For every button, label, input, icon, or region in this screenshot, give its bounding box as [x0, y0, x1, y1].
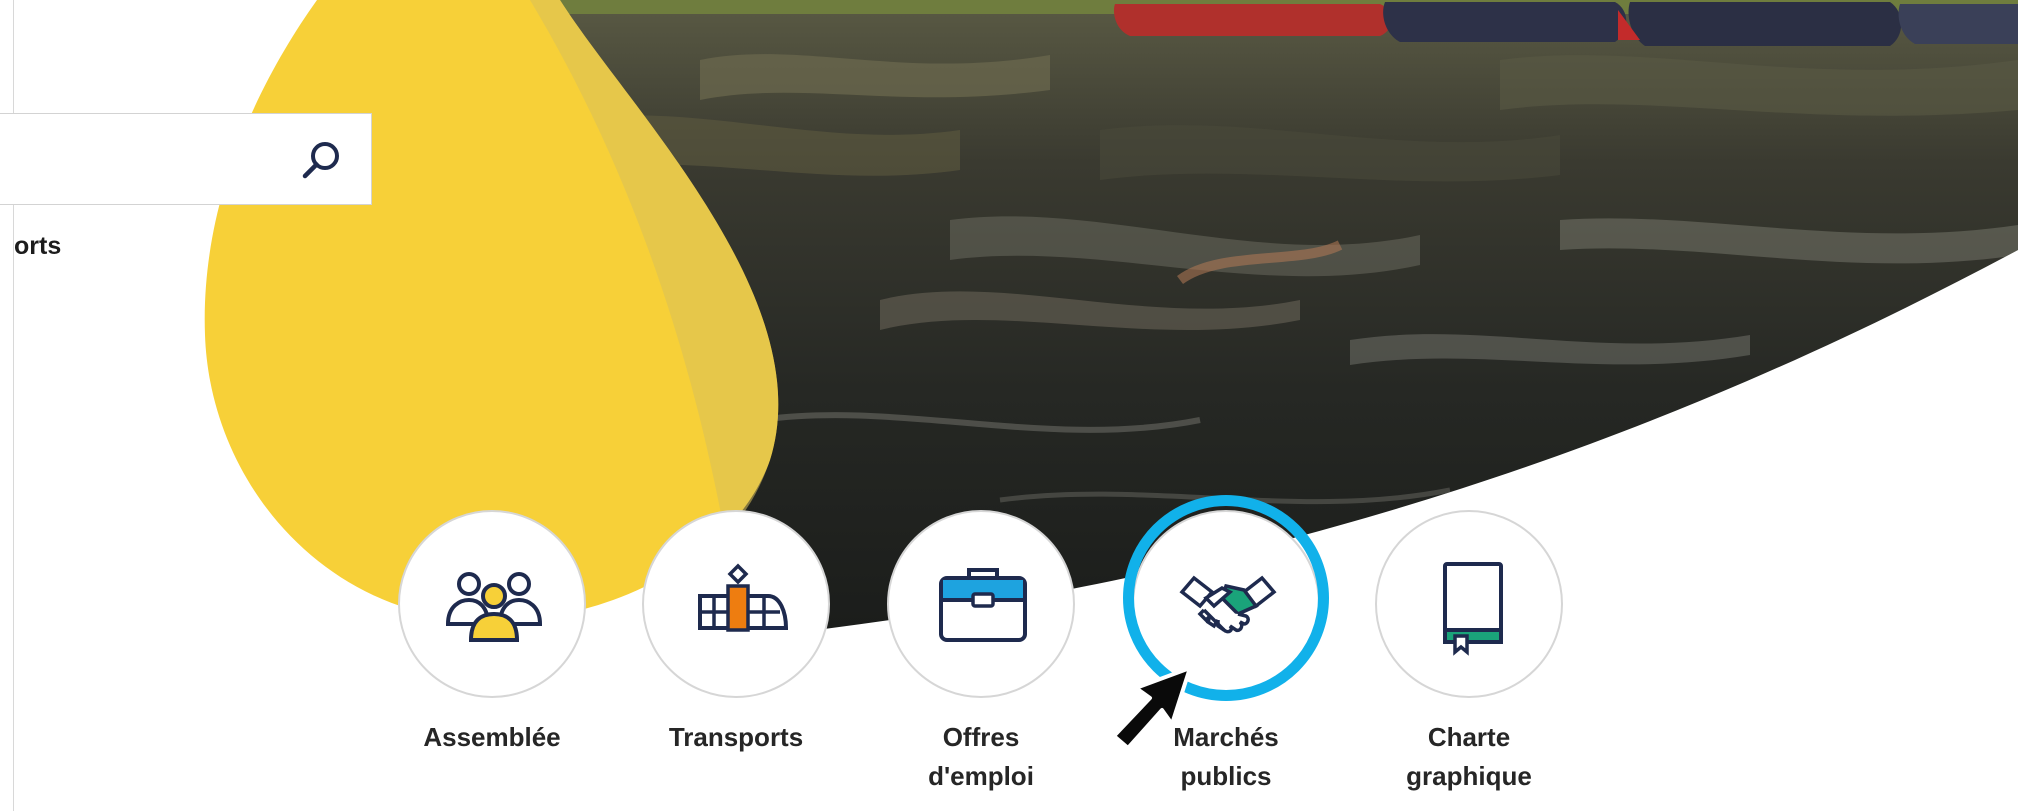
page: orts Assemblée Transports Offres d'emplo… [0, 0, 2018, 811]
mouse-pointer-arrow-icon [1112, 666, 1192, 750]
quick-link-assemblee[interactable]: Assemblée [396, 510, 588, 757]
quick-link-circle [887, 510, 1075, 698]
book-icon [1443, 562, 1503, 656]
people-group-icon [445, 572, 543, 642]
search-button[interactable] [292, 134, 352, 186]
quick-link-label: Assemblée [423, 722, 561, 752]
quick-link-transports[interactable]: Transports [640, 510, 832, 757]
handshake-icon [1179, 575, 1277, 634]
tram-icon [698, 563, 788, 632]
quick-link-offres-emploi[interactable]: Offres d'emploi [885, 510, 1077, 796]
nav-menu-item-fragment[interactable]: orts [14, 232, 61, 261]
search-icon [302, 142, 339, 179]
search-bar [0, 113, 372, 205]
quick-link-charte-graphique[interactable]: Charte graphique [1373, 510, 1565, 796]
quick-link-circle [1375, 510, 1563, 698]
quick-link-label: Transports [668, 722, 804, 752]
quick-link-label: Charte graphique [1406, 722, 1532, 791]
quick-link-circle [642, 510, 830, 698]
quick-link-circle [398, 510, 586, 698]
quick-link-label: Offres d'emploi [928, 722, 1034, 791]
briefcase-icon [939, 568, 1027, 642]
search-input[interactable] [0, 114, 280, 204]
